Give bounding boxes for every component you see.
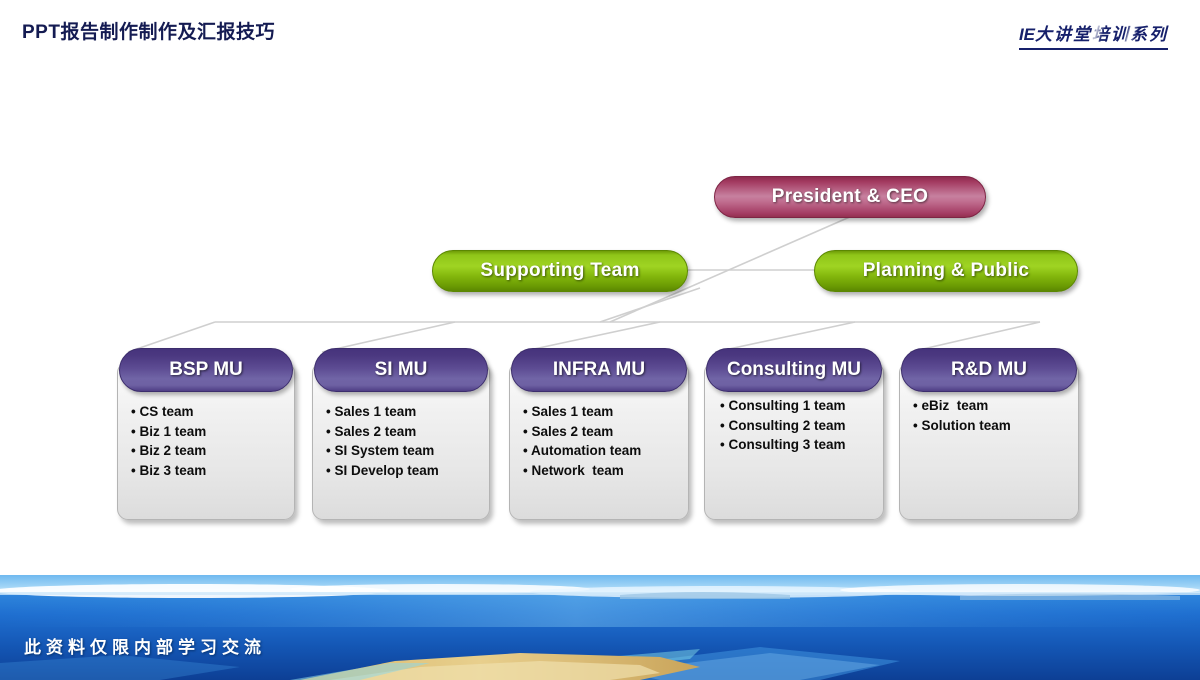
unit-team-list-consulting-mu: Consulting 1 team Consulting 2 team Cons… [720, 396, 876, 455]
node-president-ceo-label: President & CEO [771, 186, 929, 207]
list-item: Solution team [913, 416, 1071, 436]
list-item: Sales 1 team [326, 402, 482, 422]
footer-banner: 此资料仅限内部学习交流 [0, 575, 1200, 680]
node-planning-public-label: Planning & Public [862, 260, 1030, 281]
unit-team-list-rd-mu: eBiz team Solution team [913, 396, 1071, 435]
unit-header-infra-mu[interactable]: INFRA MU [511, 348, 687, 392]
node-planning-public[interactable]: Planning & Public [814, 250, 1078, 292]
unit-title: INFRA MU [552, 359, 646, 380]
node-supporting-team[interactable]: Supporting Team [432, 250, 688, 292]
list-item: Sales 2 team [523, 422, 681, 442]
node-president-ceo[interactable]: President & CEO [714, 176, 986, 218]
unit-title: BSP MU [169, 359, 243, 380]
unit-header-si-mu[interactable]: SI MU [314, 348, 488, 392]
unit-team-list-si-mu: Sales 1 team Sales 2 team SI System team… [326, 402, 482, 480]
unit-team-list-infra-mu: Sales 1 team Sales 2 team Automation tea… [523, 402, 681, 480]
list-item: Consulting 3 team [720, 435, 876, 455]
unit-title: R&D MU [951, 359, 1027, 380]
org-chart-diagram: President & CEO Supporting Team Planning… [0, 0, 1200, 575]
unit-header-consulting-mu[interactable]: Consulting MU [706, 348, 882, 392]
list-item: CS team [131, 402, 287, 422]
list-item: Sales 1 team [523, 402, 681, 422]
list-item: Network team [523, 461, 681, 481]
ocean-scene-image [0, 575, 1200, 680]
list-item: Biz 1 team [131, 422, 287, 442]
list-item: SI Develop team [326, 461, 482, 481]
unit-team-list-bsp-mu: CS team Biz 1 team Biz 2 team Biz 3 team [131, 402, 287, 480]
list-item: Consulting 1 team [720, 396, 876, 416]
unit-title: Consulting MU [726, 359, 862, 380]
unit-title: SI MU [374, 359, 428, 380]
unit-header-rd-mu[interactable]: R&D MU [901, 348, 1077, 392]
footer-note: 此资料仅限内部学习交流 [24, 638, 266, 657]
node-supporting-team-label: Supporting Team [480, 260, 640, 281]
list-item: Automation team [523, 441, 681, 461]
list-item: Biz 2 team [131, 441, 287, 461]
list-item: Sales 2 team [326, 422, 482, 442]
unit-header-bsp-mu[interactable]: BSP MU [119, 348, 293, 392]
list-item: SI System team [326, 441, 482, 461]
list-item: eBiz team [913, 396, 1071, 416]
list-item: Consulting 2 team [720, 416, 876, 436]
list-item: Biz 3 team [131, 461, 287, 481]
